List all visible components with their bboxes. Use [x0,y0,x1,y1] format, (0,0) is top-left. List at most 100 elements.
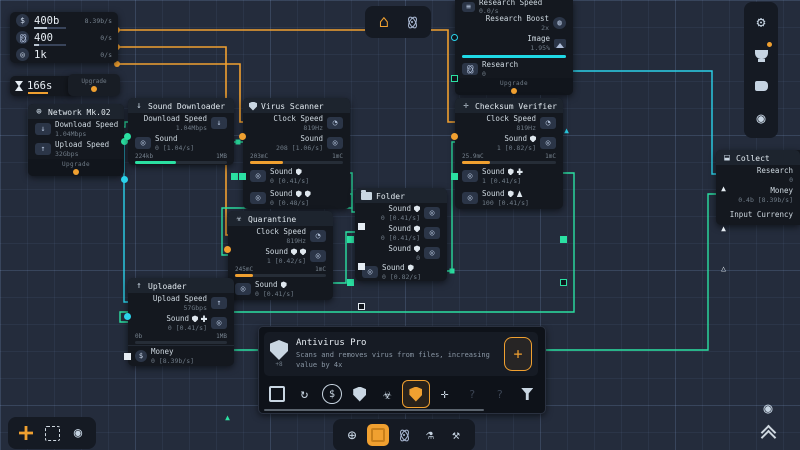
home-button[interactable]: ⌂ [373,11,395,33]
puzzle-icon[interactable]: ✛ [432,381,458,407]
game-canvas[interactable]: $ 400b 8.39b/s 400 0/s ◎ 1k 0/s 166s Upg… [0,0,800,450]
node-title: Quarantine [248,215,296,224]
research-output-port[interactable]: ▲ [562,127,571,135]
folder-input-port-3[interactable] [358,303,365,310]
shield-tag-icon [281,281,287,288]
shield-virus-icon[interactable] [347,381,373,407]
cpu-chip-icon[interactable] [264,381,290,407]
currency-input-port[interactable]: △ [719,265,728,273]
move-icon [19,426,33,440]
locked-slot[interactable]: ? [487,381,513,407]
folder-input-port-1[interactable] [358,223,365,230]
clock-input-port[interactable] [239,133,246,140]
recenter-button[interactable]: ◉ [68,423,88,443]
factory-tab-selected[interactable] [367,424,389,446]
timer-panel: 166s [10,76,74,96]
puzzle-tag-icon [201,315,207,322]
sound-output-port[interactable] [231,173,238,180]
shop-scrollbar[interactable] [264,409,484,411]
timer-value: 166s [27,80,52,92]
sound-file-icon: ◎ [462,192,478,204]
clock-input-port[interactable] [224,246,231,253]
lab-tab[interactable]: ⚗ [419,424,441,446]
upload-speed-input-port[interactable] [124,313,131,320]
target-button[interactable]: ◉ [747,104,775,132]
node-title: Network Mk.02 [48,108,111,117]
node-title: Folder [376,192,405,201]
research-tab[interactable] [393,424,415,446]
research-rate: 0/s [100,34,112,42]
sync-icon[interactable]: ↻ [292,381,318,407]
shield-tag-icon [296,168,302,175]
select-tool-button[interactable] [42,423,62,443]
pan-tool-button[interactable] [16,423,36,443]
achievements-button[interactable] [747,40,775,68]
disc-icon: ◎ [16,48,29,61]
locate-button[interactable]: ◉ [756,396,780,420]
filter-icon[interactable] [514,381,540,407]
research-station-panel[interactable]: ≡ Research Speed 0.0/s Research Boost 2x… [455,0,573,95]
cycle-progress: 203mC 1mC [243,153,350,165]
puzzle-tag-icon [517,168,523,175]
image-input-port[interactable] [451,75,458,82]
clock-input-port[interactable] [451,133,458,140]
network-tab[interactable]: ⊕ [341,424,363,446]
sound-file-icon: ◎ [424,247,440,259]
node-folder[interactable]: Folder Sound 0 [0.41/s] ◎ Sound 0 [0.41/… [355,188,447,281]
money-rate: 8.39b/s [85,17,112,25]
resource-upgrade-button[interactable]: Upgrade [68,74,120,96]
research-input-port[interactable]: ▲ [719,185,728,193]
square-icon [371,428,385,442]
sound-input-port[interactable] [124,353,131,360]
owned-badge: +8 [275,361,282,368]
atom-icon [462,63,478,75]
research-view-button[interactable] [401,11,423,33]
shield-tag-icon [408,264,414,271]
node-sound-downloader[interactable]: ↓Sound Downloader Download Speed1.04Mbps… [128,98,234,165]
clock-icon: ◔ [327,117,343,129]
sound-input-port[interactable] [239,173,246,180]
locked-slot[interactable]: ? [459,381,485,407]
upload-output-port[interactable] [121,176,128,183]
timer-progress [28,92,48,94]
image-row: Image 1.95% [455,33,573,53]
upload-icon: ↑ [211,297,227,309]
codex-button[interactable] [747,72,775,100]
download-input-port[interactable] [124,133,131,140]
biohazard-icon: ☣ [234,214,244,224]
shield-tag-icon [414,225,420,232]
download-icon: ↓ [211,117,227,129]
research-icon [16,31,29,44]
research-boost-input-port[interactable] [451,34,458,41]
node-uploader[interactable]: ↑Uploader Upload Speed57Gbps ↑ Sound 0 [… [128,278,234,366]
money-item-icon[interactable]: $ [322,384,342,404]
cycle-progress: 25.9mC 1mC [455,153,563,165]
sound-infected-output-port[interactable] [347,279,354,286]
antivirus-pro-slot[interactable] [402,380,430,408]
money-input-port[interactable]: ▲ [719,225,728,233]
biohazard-icon[interactable]: ☣ [375,381,401,407]
shield-tag-icon [530,135,536,142]
money-resource: $ 400b 8.39b/s [10,12,118,29]
node-quarantine[interactable]: ☣Quarantine Clock Speed819Hz ◔ Sound 1 [… [228,211,333,300]
sound-input-port[interactable] [451,173,458,180]
node-network[interactable]: ⊕Network Mk.02 ↓ Download Speed1.04Mbps … [28,104,124,176]
folder-input-port-2[interactable] [358,263,365,270]
node-virus-scanner[interactable]: Virus Scanner Clock Speed819Hz ◔ Sound20… [243,98,350,209]
sound-clean-output-port[interactable] [347,236,354,243]
node-checksum-verifier[interactable]: ✛Checksum Verifier Clock Speed819Hz ◔ So… [455,98,563,209]
corrupt-output-port[interactable] [560,279,567,286]
settings-button[interactable]: ⚙ [747,8,775,36]
collapse-button[interactable] [756,424,780,446]
buy-button[interactable]: + [504,337,532,371]
money-output-port[interactable]: ▲ [223,414,232,422]
verified-output-port[interactable] [560,236,567,243]
shield-tag-icon [192,315,198,322]
research-upgrade-button[interactable]: Upgrade [455,78,573,95]
tools-tab[interactable]: ⚒ [445,424,467,446]
node-title: Checksum Verifier [475,102,557,111]
sound-file-icon: ◎ [462,170,478,182]
collect-icon: ⬓ [722,153,732,163]
node-collect[interactable]: ⬓Collect ▲ Research0 ▲ Money0.4b [8.39b/… [716,150,800,225]
network-upgrade-button[interactable]: Upgrade [28,159,124,176]
